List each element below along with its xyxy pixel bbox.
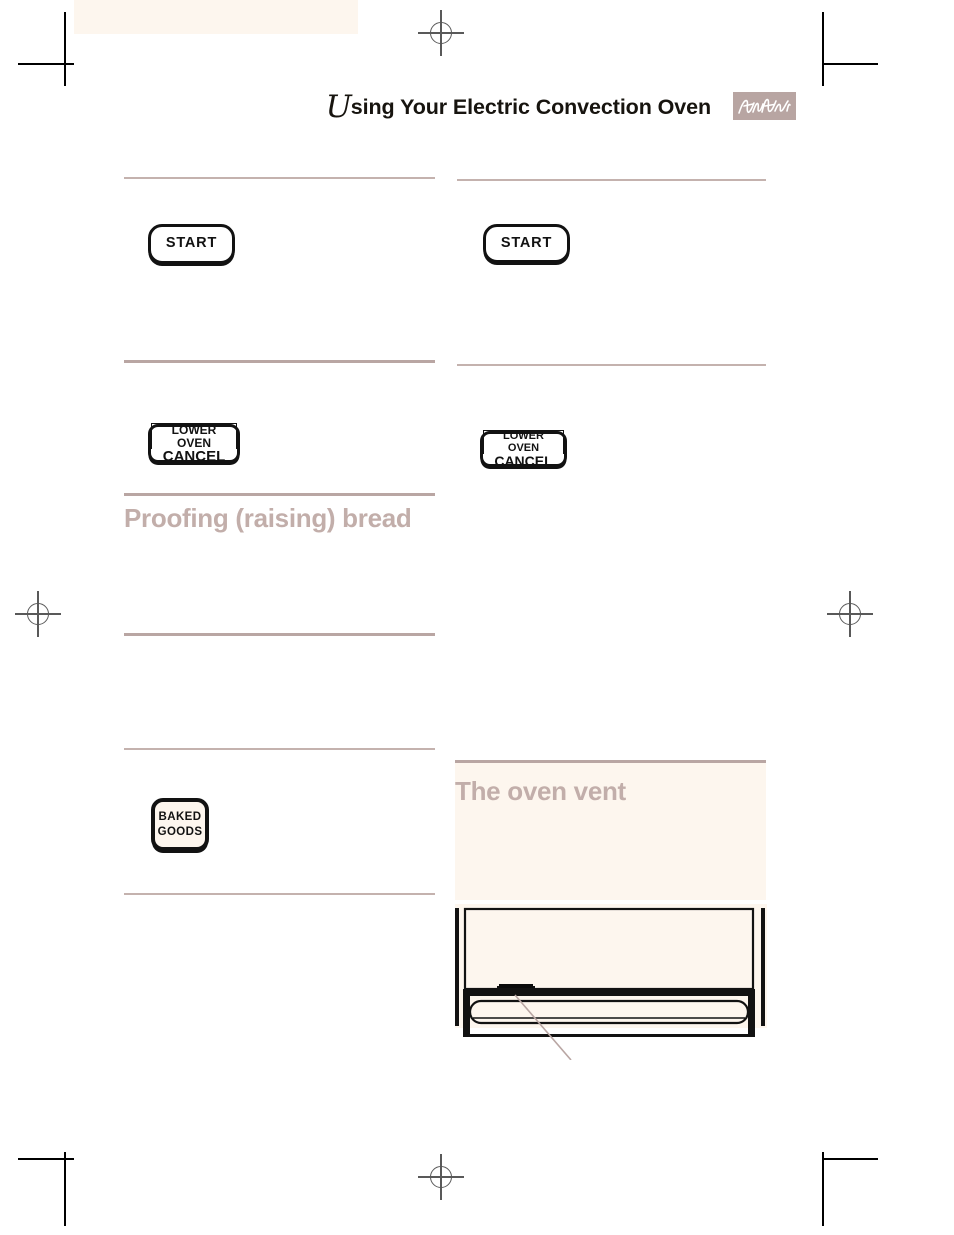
oven-vent-diagram xyxy=(453,900,773,1060)
cancel-label: CANCEL xyxy=(162,448,226,466)
proofing-heading: Proofing (raising) bread xyxy=(124,503,412,533)
left-rule-above-baked-goods xyxy=(124,748,435,750)
registration-mark-bottom xyxy=(418,1154,464,1200)
left-rule-mid xyxy=(124,633,435,636)
left-rule-above-proofing xyxy=(124,493,435,496)
baked-goods-button[interactable]: BAKED GOODS xyxy=(151,798,209,851)
crop-mark-top-right-vertical xyxy=(822,12,824,86)
crop-mark-top-right-horizontal xyxy=(822,63,878,65)
page-header: Using Your Electric Convection Oven xyxy=(0,92,954,132)
lower-oven-cancel-button-right[interactable]: LOWER OVEN CANCEL xyxy=(480,430,567,470)
left-rule-bottom xyxy=(124,893,435,895)
left-rule-below-start xyxy=(124,360,435,363)
right-rule-top xyxy=(457,179,766,181)
start-button-label: START xyxy=(500,234,553,251)
baked-label: BAKED xyxy=(158,811,202,824)
title-dropcap: U xyxy=(325,89,352,125)
page-title: Using Your Electric Convection Oven xyxy=(325,89,711,125)
lower-oven-label: LOWER OVEN xyxy=(483,430,564,455)
right-rule-below-start xyxy=(457,364,766,366)
goods-label: GOODS xyxy=(157,825,203,838)
top-bleed-band xyxy=(74,0,358,34)
crop-mark-bottom-left-vertical xyxy=(64,1152,66,1226)
oven-vent-heading: The oven vent xyxy=(455,776,626,806)
oven-vent-rule xyxy=(455,760,766,763)
crop-mark-top-left-horizontal xyxy=(18,63,74,65)
signature-icon xyxy=(733,92,796,120)
left-rule-top xyxy=(124,177,435,179)
start-button-right[interactable]: START xyxy=(483,224,570,263)
crop-mark-bottom-right-horizontal xyxy=(822,1158,878,1160)
registration-mark-right xyxy=(827,591,873,637)
manual-page: Using Your Electric Convection Oven STAR… xyxy=(0,0,954,1235)
start-button-left[interactable]: START xyxy=(148,224,235,264)
registration-mark-left xyxy=(15,591,61,637)
title-rest: sing Your Electric Convection Oven xyxy=(350,95,711,119)
crop-mark-bottom-left-horizontal xyxy=(18,1158,74,1160)
lower-oven-label: LOWER OVEN xyxy=(151,423,237,450)
start-button-label: START xyxy=(165,235,218,252)
crop-mark-bottom-right-vertical xyxy=(822,1152,824,1226)
registration-mark-top xyxy=(418,10,464,56)
cancel-label: CANCEL xyxy=(494,453,553,470)
crop-mark-top-left-vertical xyxy=(64,12,66,86)
lower-oven-cancel-button-left[interactable]: LOWER OVEN CANCEL xyxy=(148,423,240,466)
